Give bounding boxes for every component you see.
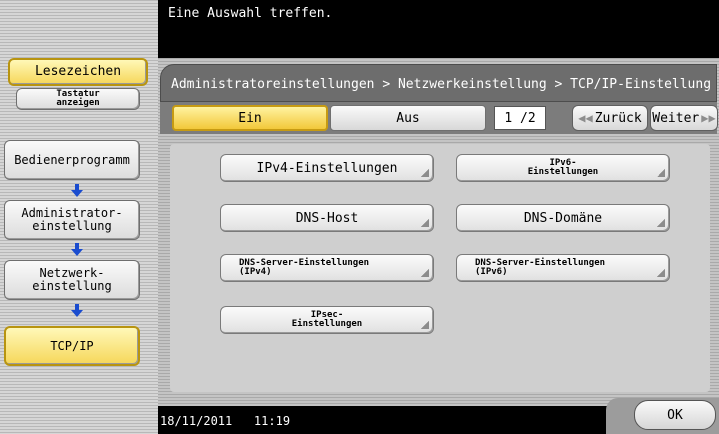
corner-icon <box>657 219 665 227</box>
setting-label: DNS-Host <box>295 210 359 226</box>
path-item-operator-program[interactable]: Bedienerprogramm <box>4 140 140 180</box>
ipv4-settings-button[interactable]: IPv4-Einstellungen <box>220 154 434 182</box>
ipsec-settings-button[interactable]: IPsec- Einstellungen <box>220 306 434 334</box>
corner-icon <box>657 169 665 177</box>
setting-label: DNS-Server-Einstellungen (IPv6) <box>475 258 606 277</box>
footer: 18/11/2011 11:19 OK <box>158 398 719 434</box>
double-right-arrow-icon: ▶▶ <box>701 111 716 125</box>
date-time: 18/11/2011 11:19 <box>160 414 291 428</box>
settings-area: IPv4-Einstellungen IPv6- Einstellungen D… <box>170 144 710 392</box>
corner-icon <box>657 269 665 277</box>
arrow-down-icon <box>71 243 83 256</box>
back-label: Zurück <box>594 110 642 126</box>
sidebar: Lesezeichen Tastatur anzeigen Bedienerpr… <box>0 0 158 434</box>
corner-icon <box>421 321 429 329</box>
prompt-text: Eine Auswahl treffen. <box>168 6 333 21</box>
show-keyboard-button[interactable]: Tastatur anzeigen <box>16 88 140 110</box>
page-counter: 1 /2 <box>494 106 546 130</box>
toggle-on-button[interactable]: Ein <box>172 105 328 131</box>
header: Eine Auswahl treffen. <box>158 0 719 58</box>
setting-label: IPsec- Einstellungen <box>291 310 363 329</box>
setting-label: IPv6- Einstellungen <box>527 158 599 177</box>
arrow-down-icon <box>71 304 83 317</box>
path-item-admin-settings[interactable]: Administrator- einstellung <box>4 200 140 240</box>
dns-server-ipv6-button[interactable]: DNS-Server-Einstellungen (IPv6) <box>456 254 670 282</box>
dns-host-button[interactable]: DNS-Host <box>220 204 434 232</box>
arrow-down-icon <box>71 184 83 197</box>
ok-button[interactable]: OK <box>634 400 716 430</box>
toggle-off-button[interactable]: Aus <box>330 105 486 131</box>
dns-server-ipv4-button[interactable]: DNS-Server-Einstellungen (IPv4) <box>220 254 434 282</box>
corner-icon <box>421 169 429 177</box>
setting-label: IPv4-Einstellungen <box>256 160 398 176</box>
next-button[interactable]: Weiter ▶▶ <box>650 105 718 131</box>
breadcrumb: Administratoreinstellungen > Netzwerkein… <box>160 64 717 102</box>
dns-domain-button[interactable]: DNS-Domäne <box>456 204 670 232</box>
options-bar: Ein Aus 1 /2 ◀◀ Zurück Weiter ▶▶ <box>160 102 718 134</box>
main-panel: Administratoreinstellungen > Netzwerkein… <box>158 58 719 406</box>
corner-icon <box>421 269 429 277</box>
bookmark-button[interactable]: Lesezeichen <box>8 58 148 86</box>
setting-label: DNS-Domäne <box>523 210 603 226</box>
back-button[interactable]: ◀◀ Zurück <box>572 105 648 131</box>
ipv6-settings-button[interactable]: IPv6- Einstellungen <box>456 154 670 182</box>
double-left-arrow-icon: ◀◀ <box>578 111 593 125</box>
path-item-tcp-ip[interactable]: TCP/IP <box>4 326 140 366</box>
corner-icon <box>421 219 429 227</box>
path-item-network-settings[interactable]: Netzwerk- einstellung <box>4 260 140 300</box>
setting-label: DNS-Server-Einstellungen (IPv4) <box>239 258 370 277</box>
next-label: Weiter <box>652 110 700 126</box>
